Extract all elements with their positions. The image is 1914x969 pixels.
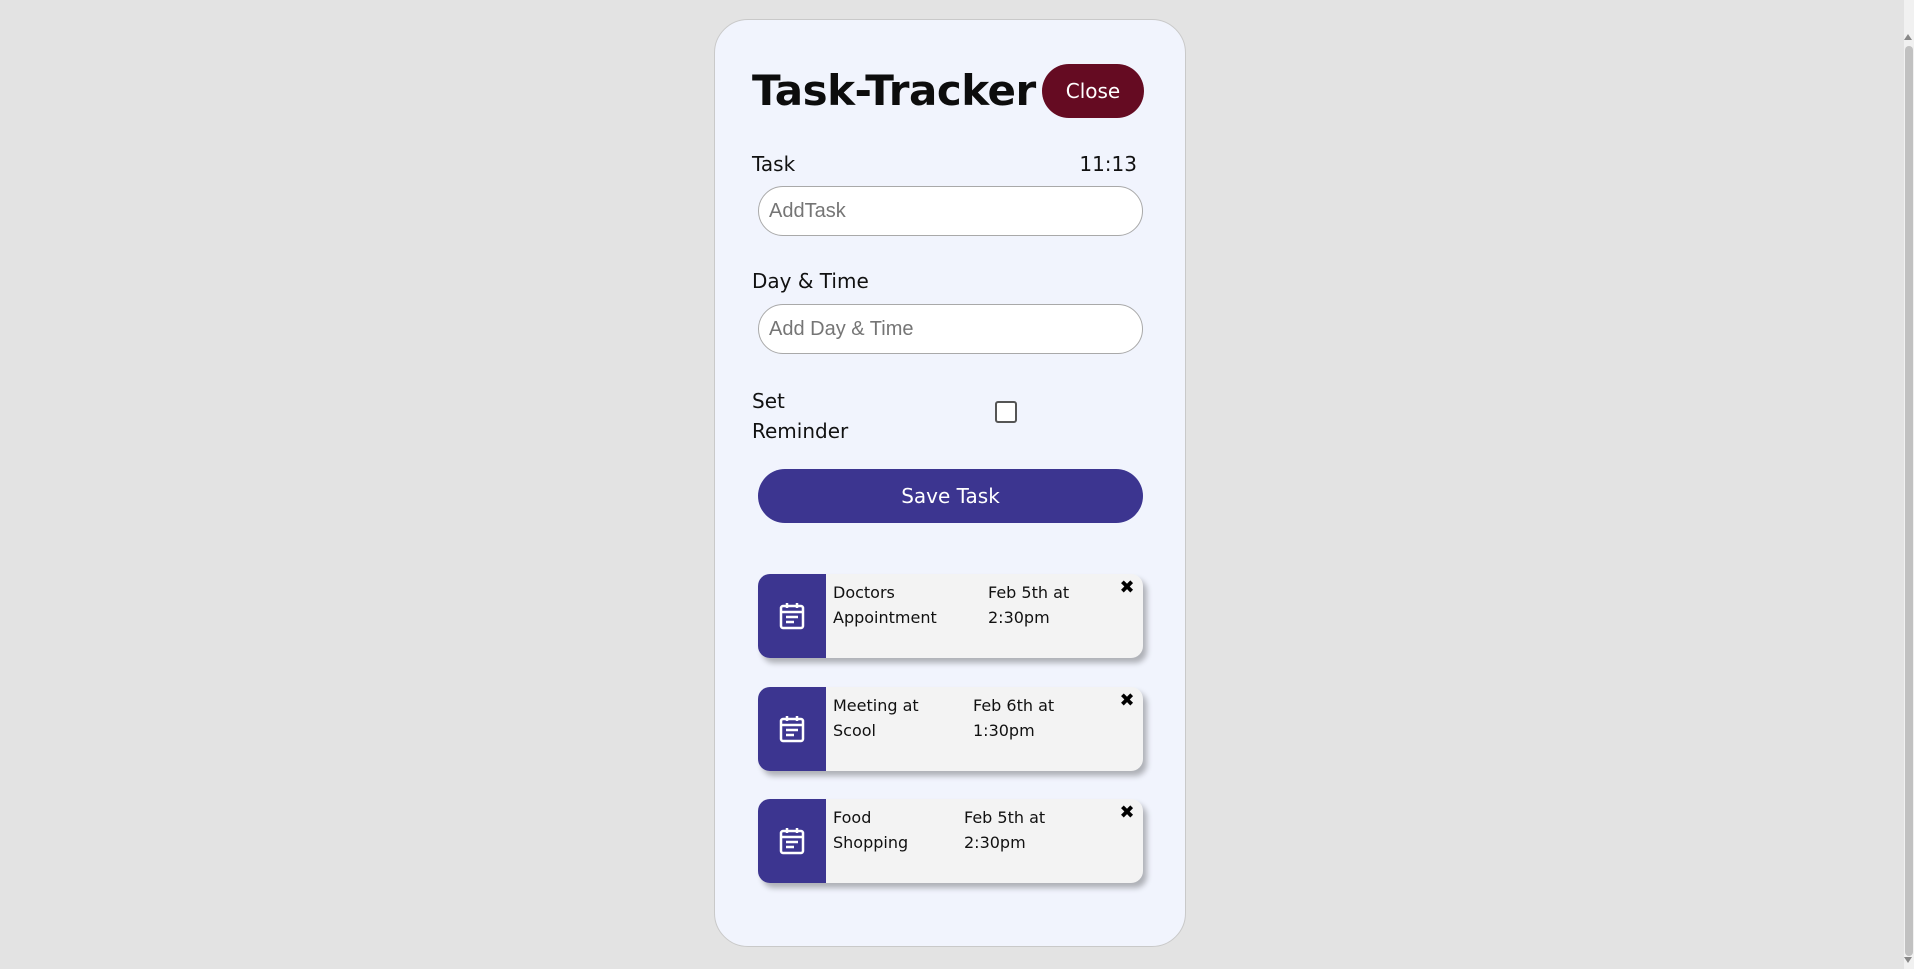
close-icon: ✖ [1119,802,1135,823]
datetime-label: Day & Time [752,269,869,293]
delete-task-button[interactable]: ✖ [1117,803,1137,823]
task-day: Feb 5th at 2:30pm [964,808,1046,852]
datetime-input[interactable] [758,304,1143,354]
reminder-label: Set Reminder [752,389,849,443]
task-input[interactable] [758,186,1143,236]
close-icon: ✖ [1119,690,1135,711]
task-icon-box [758,687,826,771]
task-day: Feb 5th at 2:30pm [988,583,1070,627]
task-name: Meeting at Scool [833,696,919,740]
task-item[interactable]: Meeting at Scool Feb 6th at 1:30pm ✖ [758,687,1143,771]
task-item[interactable]: Doctors Appointment Feb 5th at 2:30pm ✖ [758,574,1143,658]
delete-task-button[interactable]: ✖ [1117,578,1137,598]
save-task-button[interactable]: Save Task [758,469,1143,523]
delete-task-button[interactable]: ✖ [1117,691,1137,711]
calendar-icon [779,603,805,630]
task-label: Task [752,152,796,176]
task-name: Doctors Appointment [833,583,937,627]
task-day: Feb 6th at 1:30pm [973,696,1055,740]
page-title: Task-Tracker [752,66,1036,115]
task-icon-box [758,574,826,658]
task-item[interactable]: Food Shopping Feb 5th at 2:30pm ✖ [758,799,1143,883]
reminder-checkbox[interactable] [995,401,1017,423]
scrollbar[interactable] [1904,0,1914,969]
task-icon-box [758,799,826,883]
scroll-down-icon[interactable] [1904,957,1912,963]
calendar-icon [779,716,805,743]
close-icon: ✖ [1119,577,1135,598]
task-tracker-card: Task-Tracker Close Task 11:13 Day & Time… [714,19,1186,947]
calendar-icon [779,828,805,855]
close-button[interactable]: Close [1042,64,1144,118]
page: Task-Tracker Close Task 11:13 Day & Time… [0,0,1914,969]
scroll-thumb[interactable] [1905,46,1913,956]
task-name: Food Shopping [833,808,909,852]
scroll-up-icon[interactable] [1904,34,1912,40]
clock-text: 11:13 [1079,152,1137,176]
